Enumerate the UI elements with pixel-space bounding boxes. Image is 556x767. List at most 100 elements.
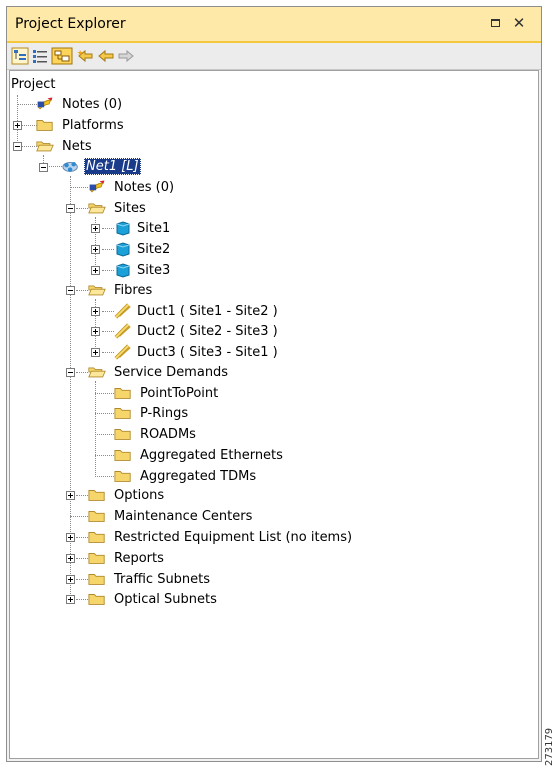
folder-icon xyxy=(88,532,105,543)
tree-connector xyxy=(76,372,88,373)
tree-node-label-selected: Net1 [L] xyxy=(84,158,141,175)
notes-icon xyxy=(37,97,53,110)
expand-toggle[interactable] xyxy=(91,245,100,254)
expand-toggle[interactable] xyxy=(91,327,100,336)
home-arrow-icon[interactable] xyxy=(77,47,95,65)
forward-arrow-icon[interactable] xyxy=(117,47,135,65)
folder-open-icon xyxy=(88,367,106,378)
folder-icon xyxy=(88,594,105,605)
fibre-duct-icon xyxy=(114,344,131,360)
tree-node-label: Service Demands xyxy=(114,365,229,380)
tree-node-label: Aggregated TDMs xyxy=(140,469,257,484)
expand-toggle[interactable] xyxy=(91,307,100,316)
collapse-toggle[interactable] xyxy=(13,142,22,151)
notes-icon xyxy=(89,180,105,193)
panel-titlebar[interactable]: Project Explorer ✕ xyxy=(7,7,541,43)
tree-node-label: Notes (0) xyxy=(114,180,175,195)
tree-node-label: Maintenance Centers xyxy=(114,509,253,524)
tree-node-label: Fibres xyxy=(114,283,153,298)
tree-connector xyxy=(76,208,88,209)
tree-node-label: Traffic Subnets xyxy=(114,572,211,587)
tree-node-label: Sites xyxy=(114,201,146,216)
expand-toggle[interactable] xyxy=(13,121,22,130)
tree-connector xyxy=(95,393,114,394)
tree-node-label: Restricted Equipment List (no items) xyxy=(114,530,353,545)
folder-open-icon xyxy=(36,141,54,152)
back-arrow-icon[interactable] xyxy=(97,47,115,65)
restore-window-icon[interactable] xyxy=(487,15,503,31)
folder-icon xyxy=(88,574,105,585)
expand-toggle[interactable] xyxy=(91,266,100,275)
expand-toggle[interactable] xyxy=(66,575,75,584)
tree-connector xyxy=(102,311,114,312)
folder-icon xyxy=(88,490,105,501)
folder-icon xyxy=(114,429,131,440)
expand-toggle[interactable] xyxy=(91,224,100,233)
collapse-toggle[interactable] xyxy=(39,163,48,172)
tree-node-label: Optical Subnets xyxy=(114,592,217,607)
folder-open-icon xyxy=(88,203,106,214)
folder-icon xyxy=(114,408,131,419)
project-tree[interactable]: Project Notes (0) Platforms Nets Net1 [L… xyxy=(9,70,539,759)
site-icon xyxy=(116,263,130,278)
collapse-toggle[interactable] xyxy=(66,286,75,295)
explorer-toolbar xyxy=(7,43,541,70)
tree-connector xyxy=(76,537,88,538)
figure-id: 273179 xyxy=(544,722,556,766)
tree-connector xyxy=(70,187,88,188)
folder-icon xyxy=(88,511,105,522)
expand-toggle[interactable] xyxy=(66,595,75,604)
tree-connector xyxy=(95,476,114,477)
tree-node-label: Site1 xyxy=(137,221,171,236)
tree-node-label: Options xyxy=(114,488,165,503)
tree-node-label: PointToPoint xyxy=(140,386,219,401)
tree-connector xyxy=(102,249,114,250)
tree-node-label: Duct3 ( Site3 - Site1 ) xyxy=(137,345,278,360)
tree-node-label: Nets xyxy=(62,139,92,154)
tree-connector xyxy=(95,434,114,435)
tree-connector xyxy=(95,455,114,456)
folder-icon xyxy=(114,471,131,482)
tree-connector xyxy=(95,381,96,477)
tree-node-label: ROADMs xyxy=(140,427,196,442)
tree-connector xyxy=(22,146,37,147)
folder-icon xyxy=(88,553,105,564)
expand-toggle[interactable] xyxy=(66,491,75,500)
site-icon xyxy=(116,242,130,257)
tree-connector xyxy=(102,270,114,271)
expand-toggle[interactable] xyxy=(66,533,75,542)
project-explorer-panel: Project Explorer ✕ Project Notes (0) Pla… xyxy=(6,6,542,762)
expand-toggle[interactable] xyxy=(91,348,100,357)
folder-icon xyxy=(114,450,131,461)
list-view-icon[interactable] xyxy=(31,47,49,65)
tree-node-label: Aggregated Ethernets xyxy=(140,448,283,463)
fibre-duct-icon xyxy=(114,303,131,319)
tree-node-label: Notes (0) xyxy=(62,97,123,112)
collapse-toggle[interactable] xyxy=(66,204,75,213)
tree-connector xyxy=(70,516,88,517)
tree-node-label: Duct2 ( Site2 - Site3 ) xyxy=(137,324,278,339)
tree-view-icon[interactable] xyxy=(11,47,29,65)
tree-expand-icon[interactable] xyxy=(51,47,73,65)
tree-node-label: Site3 xyxy=(137,263,171,278)
tree-connector xyxy=(102,352,114,353)
site-icon xyxy=(116,221,130,236)
tree-connector xyxy=(95,413,114,414)
tree-root-label[interactable]: Project xyxy=(11,77,55,92)
collapse-toggle[interactable] xyxy=(66,368,75,377)
tree-connector xyxy=(102,228,114,229)
close-icon[interactable]: ✕ xyxy=(511,15,527,31)
tree-connector xyxy=(22,125,37,126)
folder-icon xyxy=(114,388,131,399)
tree-connector xyxy=(76,599,88,600)
tree-connector xyxy=(76,558,88,559)
tree-connector xyxy=(49,166,62,167)
folder-open-icon xyxy=(88,285,106,296)
tree-connector xyxy=(17,104,37,105)
tree-node-label: Duct1 ( Site1 - Site2 ) xyxy=(137,304,278,319)
tree-node-label: Site2 xyxy=(137,242,171,257)
expand-toggle[interactable] xyxy=(66,554,75,563)
tree-connector xyxy=(76,579,88,580)
figure-id-text: 273179 xyxy=(544,727,555,766)
tree-node-label: Platforms xyxy=(62,118,124,133)
